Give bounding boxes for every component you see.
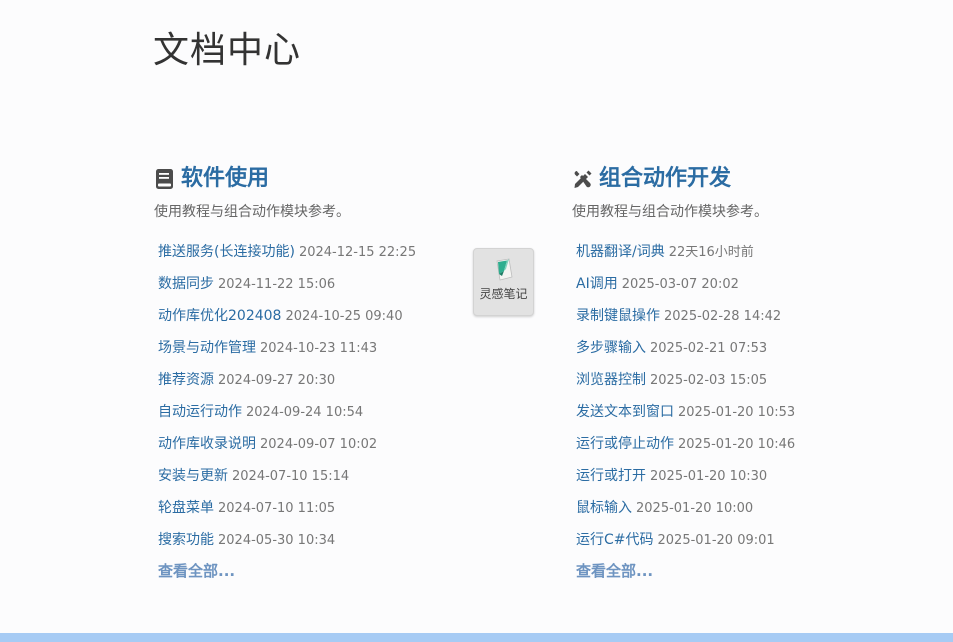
doc-date: 2025-01-20 10:46 [678, 437, 796, 452]
doc-link[interactable]: 机器翻译/词典 [576, 244, 665, 260]
list-item: 发送文本到窗口 2025-01-20 10:53 [576, 400, 902, 432]
note-icon [491, 257, 517, 283]
doc-date: 2024-07-10 15:14 [232, 469, 350, 484]
section-title[interactable]: 组合动作开发 [599, 163, 731, 195]
list-item: 多步骤输入 2025-02-21 07:53 [576, 336, 902, 368]
doc-date: 2025-01-20 10:00 [636, 501, 754, 516]
section-header: 组合动作开发 [572, 163, 902, 195]
doc-date: 22天16小时前 [668, 245, 754, 260]
list-item: 搜索功能 2024-05-30 10:34 [158, 528, 484, 560]
section-description: 使用教程与组合动作模块参考。 [572, 204, 768, 220]
doc-link[interactable]: 鼠标输入 [576, 500, 632, 516]
inspiration-notes-button[interactable]: 灵感笔记 [473, 248, 534, 316]
doc-date: 2025-01-20 10:53 [678, 405, 796, 420]
widget-label: 灵感笔记 [479, 287, 528, 301]
doc-list: 机器翻译/词典 22天16小时前 AI调用 2025-03-07 20:02 录制键… [576, 240, 902, 560]
doc-date: 2024-10-25 09:40 [285, 309, 403, 324]
section-software-usage: 软件使用 使用教程与组合动作模块参考。 推送服务(长连接功能) 2024-12-1… [154, 163, 484, 582]
view-all-link[interactable]: 查看全部... [576, 560, 653, 582]
doc-date: 2024-09-24 10:54 [246, 405, 364, 420]
list-item: 推荐资源 2024-09-27 20:30 [158, 368, 484, 400]
section-action-development: 组合动作开发 使用教程与组合动作模块参考。 机器翻译/词典 22天16小时前 AI… [572, 163, 902, 582]
doc-link[interactable]: 数据同步 [158, 276, 214, 292]
list-item: 轮盘菜单 2024-07-10 11:05 [158, 496, 484, 528]
list-item: 运行或打开 2025-01-20 10:30 [576, 464, 902, 496]
doc-date: 2024-12-15 22:25 [298, 245, 417, 260]
doc-link[interactable]: 多步骤输入 [576, 340, 646, 356]
section-title[interactable]: 软件使用 [181, 163, 269, 195]
doc-link[interactable]: 录制键鼠操作 [576, 308, 660, 324]
doc-link[interactable]: 动作库收录说明 [158, 436, 256, 452]
tools-icon [572, 168, 594, 190]
bottom-bar [0, 633, 953, 642]
doc-link[interactable]: 运行或停止动作 [576, 436, 674, 452]
list-item: 动作库收录说明 2024-09-07 10:02 [158, 432, 484, 464]
doc-link[interactable]: 场景与动作管理 [158, 340, 256, 356]
doc-link[interactable]: 安装与更新 [158, 468, 228, 484]
list-item: 安装与更新 2024-07-10 15:14 [158, 464, 484, 496]
doc-link[interactable]: 推荐资源 [158, 372, 214, 388]
list-item: 场景与动作管理 2024-10-23 11:43 [158, 336, 484, 368]
doc-link[interactable]: 发送文本到窗口 [576, 404, 674, 420]
doc-date: 2025-03-07 20:02 [621, 277, 739, 292]
list-item: 录制键鼠操作 2025-02-28 14:42 [576, 304, 902, 336]
doc-list: 推送服务(长连接功能) 2024-12-15 22:25 数据同步 2024-11-… [158, 240, 484, 560]
doc-date: 2025-02-28 14:42 [664, 309, 782, 324]
doc-date: 2025-01-20 09:01 [657, 533, 775, 548]
page-title: 文档中心 [153, 30, 302, 71]
list-item: 运行C#代码 2025-01-20 09:01 [576, 528, 902, 560]
book-icon [154, 168, 176, 190]
doc-date: 2024-11-22 15:06 [218, 277, 336, 292]
doc-date: 2024-07-10 11:05 [218, 501, 336, 516]
doc-link[interactable]: 浏览器控制 [576, 372, 646, 388]
list-item: 动作库优化202408 2024-10-25 09:40 [158, 304, 484, 336]
list-item: 浏览器控制 2025-02-03 15:05 [576, 368, 902, 400]
doc-link[interactable]: 搜索功能 [158, 532, 214, 548]
doc-date: 2025-02-21 07:53 [650, 341, 768, 356]
doc-date: 2025-02-03 15:05 [650, 373, 768, 388]
list-item: 数据同步 2024-11-22 15:06 [158, 272, 484, 304]
doc-link[interactable]: 推送服务(长连接功能) [158, 244, 295, 260]
list-item: 鼠标输入 2025-01-20 10:00 [576, 496, 902, 528]
doc-link[interactable]: 运行或打开 [576, 468, 646, 484]
doc-link[interactable]: 运行C#代码 [576, 532, 654, 548]
doc-date: 2024-09-07 10:02 [260, 437, 378, 452]
doc-link[interactable]: AI调用 [576, 276, 618, 292]
view-all-link[interactable]: 查看全部... [158, 560, 235, 582]
doc-link[interactable]: 动作库优化202408 [158, 308, 281, 324]
list-item: 自动运行动作 2024-09-24 10:54 [158, 400, 484, 432]
doc-date: 2025-01-20 10:30 [650, 469, 768, 484]
section-header: 软件使用 [154, 163, 484, 195]
section-description: 使用教程与组合动作模块参考。 [154, 204, 350, 220]
list-item: 机器翻译/词典 22天16小时前 [576, 240, 902, 272]
doc-date: 2024-05-30 10:34 [218, 533, 336, 548]
list-item: AI调用 2025-03-07 20:02 [576, 272, 902, 304]
doc-link[interactable]: 轮盘菜单 [158, 500, 214, 516]
doc-date: 2024-10-23 11:43 [260, 341, 378, 356]
list-item: 推送服务(长连接功能) 2024-12-15 22:25 [158, 240, 484, 272]
list-item: 运行或停止动作 2025-01-20 10:46 [576, 432, 902, 464]
doc-date: 2024-09-27 20:30 [218, 373, 336, 388]
doc-link[interactable]: 自动运行动作 [158, 404, 242, 420]
